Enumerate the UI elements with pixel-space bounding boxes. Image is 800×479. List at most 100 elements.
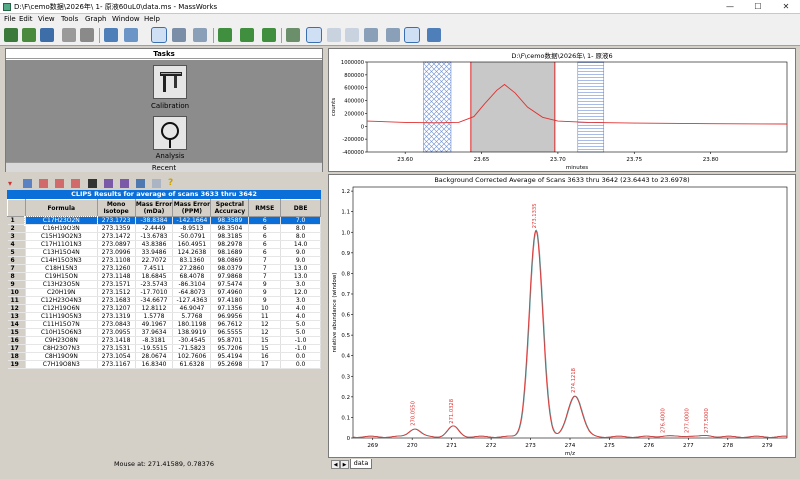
table-row[interactable]: 6 C14H15O3N3 273.1108 22.7072 83.1360 98.0869… [7, 256, 321, 265]
table-row[interactable]: 17 C8H23O7N3 273.1531 -19.5515 -71.5823 95.72… [7, 344, 321, 353]
cell-formula: C20H19N [25, 288, 98, 297]
menu-window[interactable]: Window [112, 15, 140, 23]
y-tick-label: 0.4 [341, 354, 350, 360]
table-row[interactable]: 2 C16H19O3N 273.1359 -2.4449 -8.9513 98.3504 6… [7, 224, 321, 233]
table-row[interactable]: 16 C9H23O8N 273.1418 -8.3181 -30.4545 95.8701… [7, 336, 321, 345]
next-arrow-icon[interactable] [262, 28, 276, 42]
cube-icon[interactable] [427, 28, 441, 42]
forward-arrow-icon[interactable] [240, 28, 254, 42]
recent-label[interactable]: Recent [6, 162, 322, 172]
maximize-button[interactable]: ☐ [744, 0, 772, 14]
cell-mass-error-ppm: -50.0791 [172, 232, 212, 241]
col-header-dbe[interactable]: DBE [280, 199, 321, 217]
spectrum-icon[interactable] [286, 28, 300, 42]
cell-mass-error-mda: 49.1967 [135, 320, 174, 329]
table-row[interactable]: 5 C13H15O4N 273.0996 33.9486 124.2638 98.1689… [7, 248, 321, 257]
layout-icon[interactable] [124, 28, 138, 42]
filter-2-icon[interactable] [55, 179, 64, 188]
window-icon[interactable] [104, 28, 118, 42]
table-row[interactable]: 13 C11H19O5N3 273.1319 1.5778 5.7768 96.9956 1… [7, 312, 321, 321]
cell-mono-isotope: 273.1167 [97, 360, 136, 369]
cell-formula: C8H23O7N3 [25, 344, 98, 353]
menu-edit[interactable]: Edit [19, 15, 33, 23]
import-icon[interactable] [22, 28, 36, 42]
zoom-icon[interactable] [306, 27, 322, 43]
table-view-icon[interactable] [172, 28, 186, 42]
y-tick-label: 1000000 [341, 60, 364, 66]
col-header-formula[interactable]: Formula [24, 199, 98, 217]
close-button[interactable]: ✕ [772, 0, 800, 14]
table-row[interactable]: 19 C7H19O8N3 273.1167 16.8340 61.6328 95.2698… [7, 360, 321, 369]
cell-index: 5 [7, 248, 26, 257]
export-icon[interactable] [40, 28, 54, 42]
cell-rmse: 17 [248, 360, 282, 369]
cell-mass-error-ppm: 138.9919 [172, 328, 212, 337]
help-icon[interactable]: ? [168, 179, 177, 188]
cell-mass-error-mda: -23.5743 [135, 280, 174, 289]
table-row[interactable]: 4 C17H11O1N3 273.0897 43.8386 160.4951 98.297… [7, 240, 321, 249]
col-header-rmse[interactable]: RMSE [248, 199, 282, 217]
y-tick-label: -200000 [342, 137, 364, 143]
col-header-mono-isotope[interactable]: Mono Isotope [96, 199, 136, 217]
tab-scroll-right[interactable]: ▶ [340, 460, 349, 469]
menu-graph[interactable]: Graph [85, 15, 106, 23]
menu-help[interactable]: Help [144, 15, 160, 23]
table-row[interactable]: 7 C18H15N3 273.1260 7.4511 27.2860 98.0379 7 13… [7, 264, 321, 273]
table-row[interactable]: 10 C20H19N 273.1512 -17.7010 -64.8073 97.4960… [7, 288, 321, 297]
table-row[interactable]: 8 C19H15ON 273.1148 18.6845 68.4078 97.9868 7 1… [7, 272, 321, 281]
grid-icon[interactable] [23, 179, 32, 188]
minimize-button[interactable]: — [716, 0, 744, 14]
cell-rmse: 12 [248, 328, 282, 337]
cell-mass-error-mda: 37.9634 [135, 328, 174, 337]
filter-3-icon[interactable] [71, 179, 80, 188]
table-row[interactable]: 18 C8H19O9N 273.1054 28.0674 102.7606 95.4194… [7, 352, 321, 361]
copy-icon[interactable] [152, 179, 161, 188]
save-icon[interactable] [62, 28, 76, 42]
formula-icon[interactable] [88, 179, 97, 188]
col-header-spectral-accuracy[interactable]: Spectral Accuracy [210, 199, 250, 217]
cell-spectral-accuracy: 97.4180 [210, 296, 250, 305]
tic-icon[interactable] [404, 27, 420, 43]
y-tick-label: 0.9 [341, 251, 350, 257]
table-row[interactable]: 1 C17H23O2N 273.1723 -38.8384 -142.1664 98.35… [7, 215, 321, 226]
spectrum-chart[interactable]: 0 0.1 0.2 0.3 0.4 0.5 0.6 0.7 0.8 0.9 1.0 1.1 1.2 269… [329, 175, 795, 457]
crosshair-icon[interactable] [345, 28, 359, 42]
print-icon[interactable] [80, 28, 94, 42]
back-arrow-icon[interactable] [218, 28, 232, 42]
chart-icon[interactable] [104, 179, 113, 188]
table-icon[interactable] [136, 179, 145, 188]
cell-formula: C11H19O5N3 [25, 312, 98, 321]
col-header-mass-error-ppm[interactable]: Mass Error (PPM) [172, 199, 212, 217]
menu-view[interactable]: View [38, 15, 55, 23]
table-row[interactable]: 9 C13H23O5N 273.1571 -23.5743 -86.3104 97.547… [7, 280, 321, 289]
tab-scroll-left[interactable]: ◀ [331, 460, 340, 469]
menu-tools[interactable]: Tools [61, 15, 78, 23]
cell-mass-error-ppm: -86.3104 [172, 280, 212, 289]
filter-icon[interactable] [39, 179, 48, 188]
cell-spectral-accuracy: 97.4960 [210, 288, 250, 297]
tab-data[interactable]: data [350, 459, 372, 469]
baseline-icon[interactable] [327, 28, 341, 42]
peak-label-icon[interactable] [364, 28, 378, 42]
table-row[interactable]: 14 C11H15O7N 273.0843 49.1967 180.1198 96.761… [7, 320, 321, 329]
table-row[interactable]: 11 C12H23O4N3 273.1683 -34.6677 -127.4363 97.… [7, 296, 321, 305]
x-tick-label: 275 [604, 443, 615, 449]
menu-file[interactable]: File [4, 15, 16, 23]
cell-mass-error-ppm: -30.4545 [172, 336, 212, 345]
collapse-icon[interactable]: ▾ [8, 179, 17, 188]
peak-icon[interactable] [193, 28, 207, 42]
x-tick-label: 277 [683, 443, 694, 449]
col-header-mass-error-mda[interactable]: Mass Error (mDa) [134, 199, 174, 217]
table-row[interactable]: 12 C12H19O6N 273.1207 12.8112 46.9047 97.1356… [7, 304, 321, 313]
chart-2-icon[interactable] [120, 179, 129, 188]
y-tick-label: 200000 [344, 111, 364, 117]
calibration-button[interactable] [153, 65, 187, 99]
chromatogram-chart[interactable]: 1000000 800000 600000 400000 200000 0 -200000 -… [329, 49, 795, 171]
analysis-button[interactable] [153, 116, 187, 150]
chart-view-icon[interactable] [151, 27, 167, 43]
table-row[interactable]: 3 C15H19O2N3 273.1472 -13.6783 -50.0791 98.31… [7, 232, 321, 241]
calibrate-icon[interactable] [386, 28, 400, 42]
open-icon[interactable] [4, 28, 18, 42]
table-row[interactable]: 15 C10H15O6N3 273.0955 37.9634 138.9919 96.55… [7, 328, 321, 337]
cell-index: 19 [7, 360, 26, 369]
